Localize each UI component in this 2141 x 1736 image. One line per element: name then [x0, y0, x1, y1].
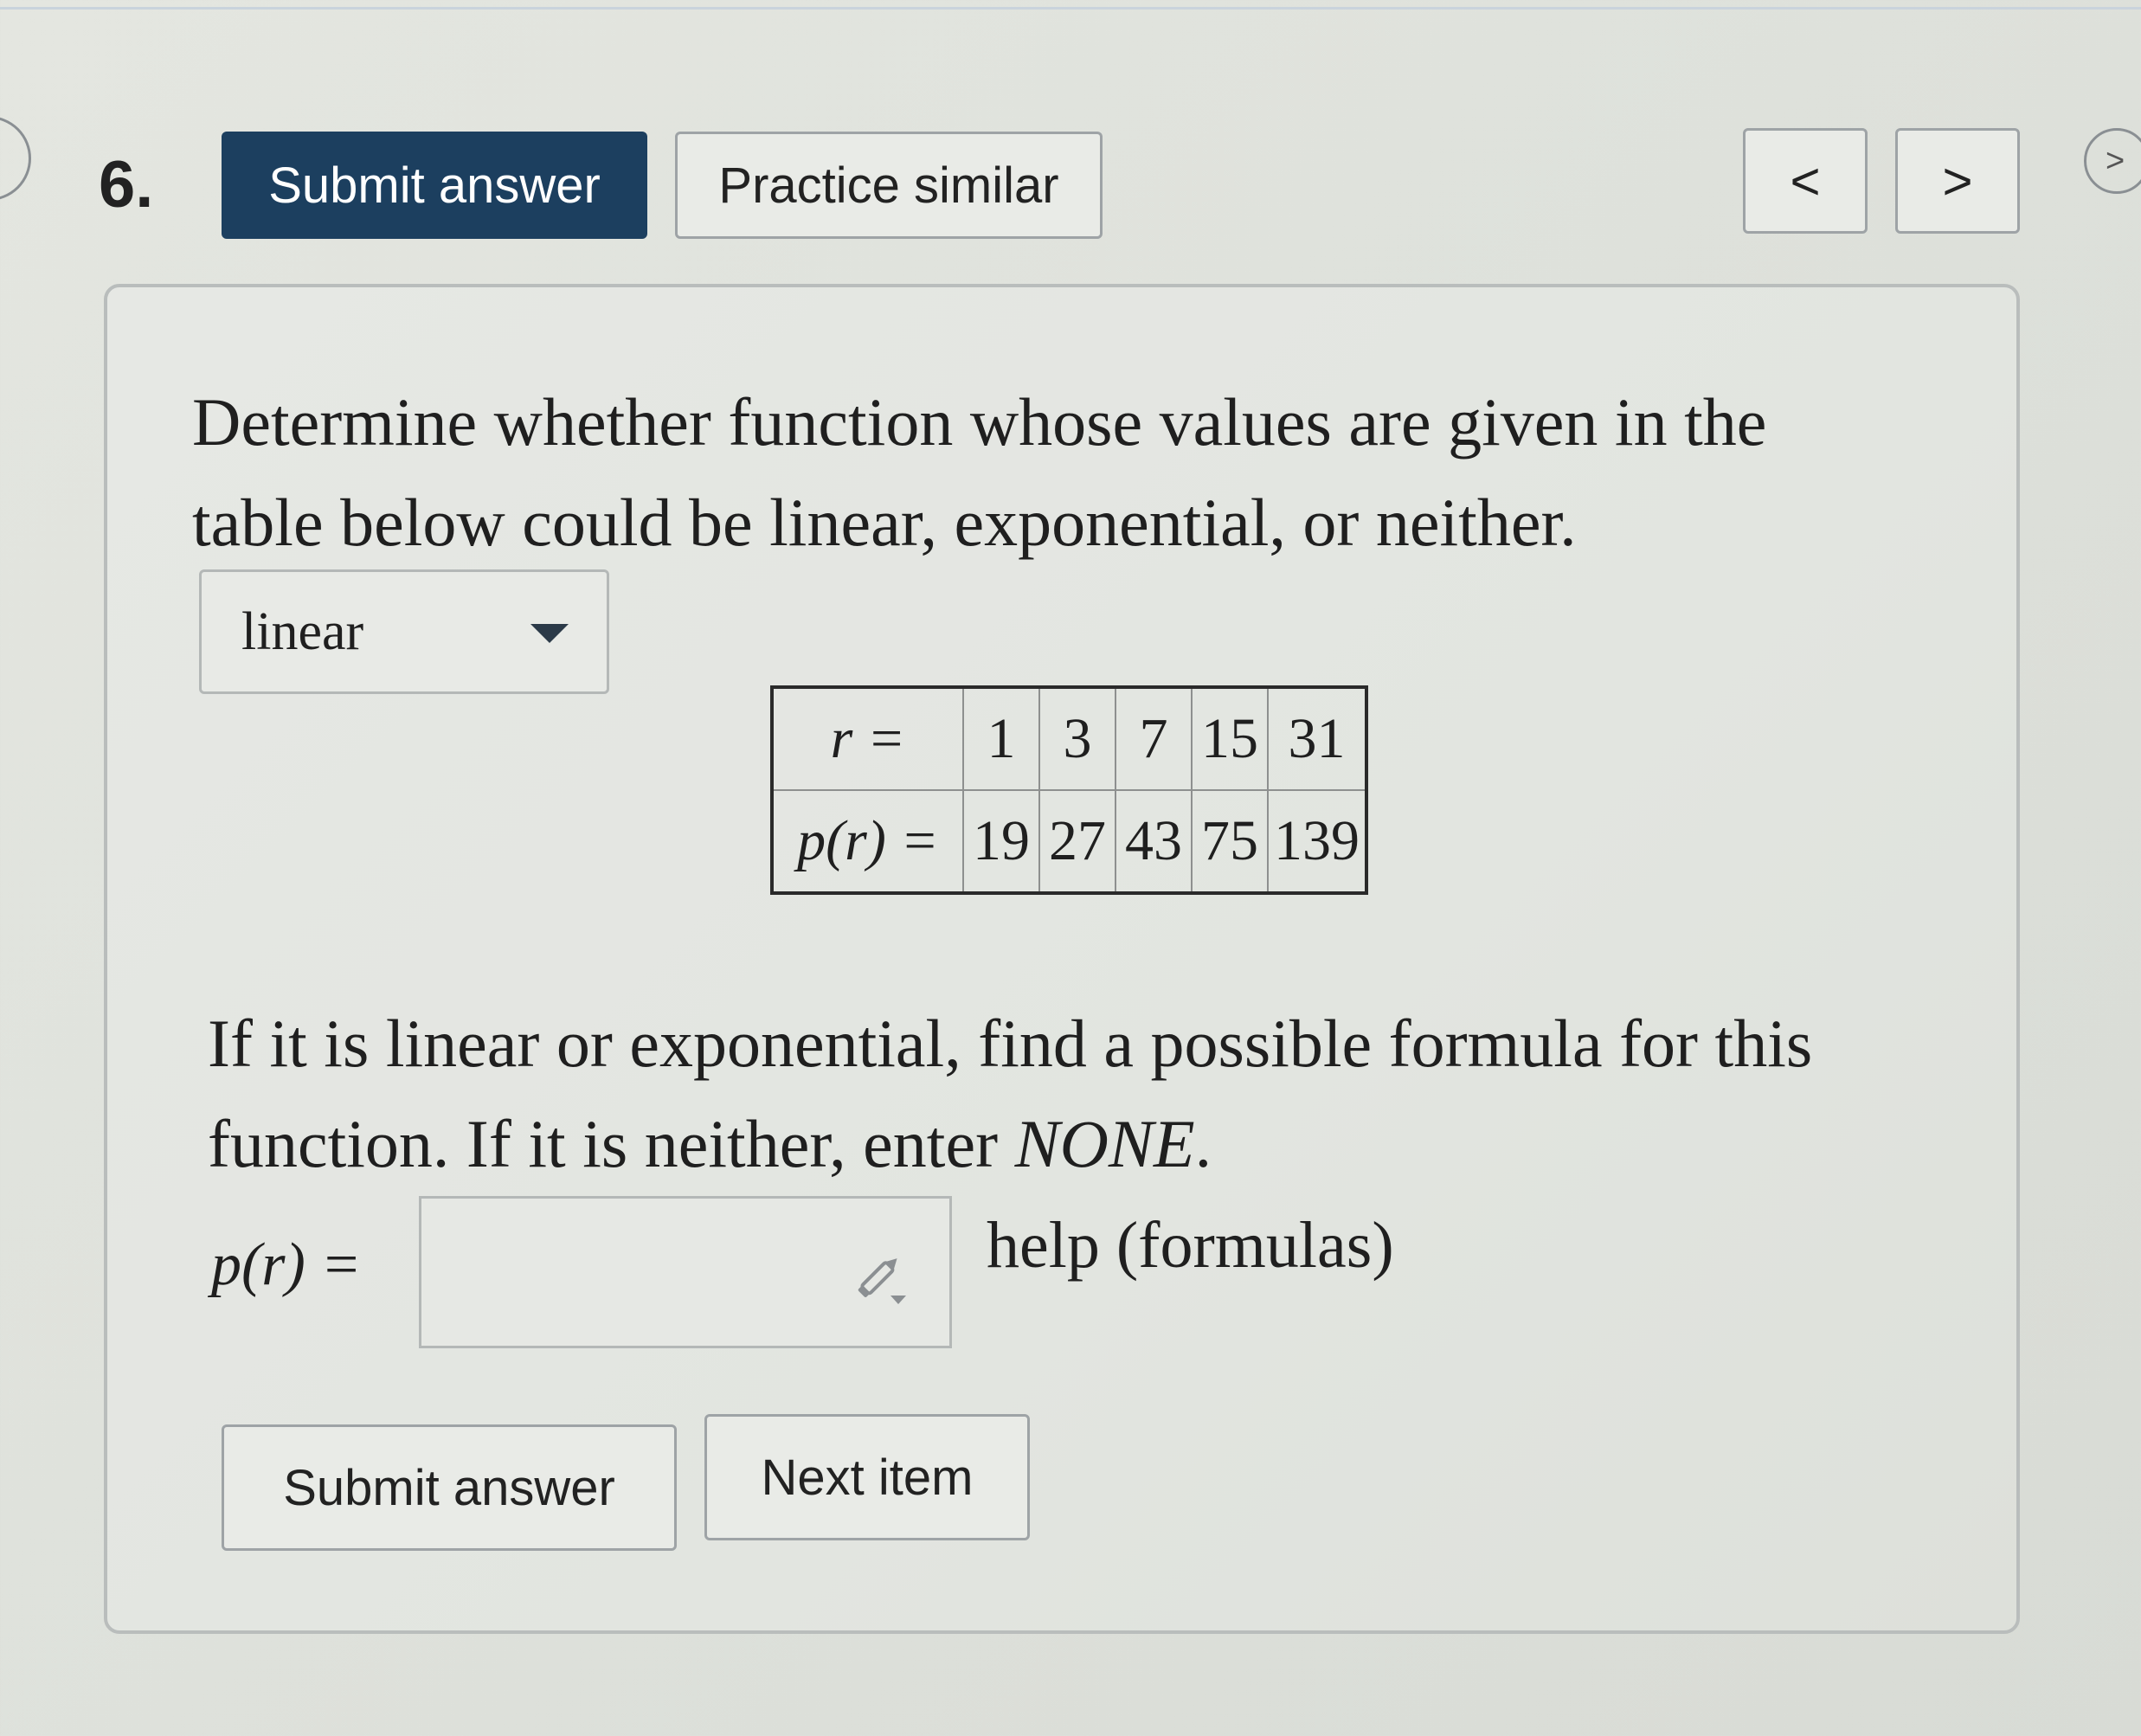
top-border-line	[0, 7, 2141, 10]
help-formulas-link[interactable]: help (formulas)	[987, 1208, 1394, 1283]
question-number: 6.	[99, 148, 154, 222]
dropdown-caret-icon	[530, 624, 569, 643]
table-cell: 19	[962, 789, 1040, 894]
next-question-button[interactable]: >	[1895, 128, 2020, 234]
previous-question-button[interactable]: <	[1743, 128, 1868, 234]
table-cell: 27	[1038, 789, 1116, 894]
instructions-period: .	[1194, 1106, 1212, 1181]
answer-label: p(r) =	[211, 1231, 362, 1298]
table-cell: 1	[962, 686, 1040, 791]
chevron-right-icon: >	[2106, 142, 2125, 179]
next-page-circle[interactable]: >	[2084, 128, 2141, 194]
select-value: linear	[241, 601, 364, 661]
submit-answer-button-top[interactable]: Submit answer	[222, 132, 647, 239]
submit-answer-button[interactable]: Submit answer	[222, 1424, 677, 1551]
values-table: r = 1 3 7 15 31 p(r) = 19 27 43 75 139	[770, 685, 1368, 895]
question-prompt: Determine whether function whose values …	[192, 384, 1767, 560]
table-cell: 31	[1267, 686, 1367, 791]
table-row: p(r) = 19 27 43 75 139	[771, 789, 1367, 894]
pencil-icon[interactable]	[852, 1251, 913, 1311]
previous-page-circle[interactable]	[0, 116, 31, 201]
table-cell: 7	[1115, 686, 1193, 791]
formula-instructions: If it is linear or exponential, find a p…	[208, 993, 1895, 1194]
table-cell: 15	[1191, 686, 1269, 791]
table-cell: 139	[1267, 789, 1367, 894]
table-row: r = 1 3 7 15 31	[771, 686, 1367, 791]
table-cell: 3	[1038, 686, 1116, 791]
chevron-left-icon: <	[1790, 151, 1821, 210]
next-item-button[interactable]: Next item	[704, 1414, 1030, 1540]
function-type-select[interactable]: linear	[199, 569, 609, 694]
table-cell: 43	[1115, 789, 1193, 894]
row-header-r: r =	[771, 686, 964, 791]
practice-similar-button[interactable]: Practice similar	[675, 132, 1103, 239]
table-cell: 75	[1191, 789, 1269, 894]
chevron-right-icon: >	[1942, 151, 1973, 210]
instructions-text: If it is linear or exponential, find a p…	[208, 1006, 1813, 1181]
formula-input[interactable]	[419, 1196, 952, 1348]
none-keyword: NONE	[1014, 1106, 1195, 1181]
row-header-p: p(r) =	[771, 789, 964, 894]
